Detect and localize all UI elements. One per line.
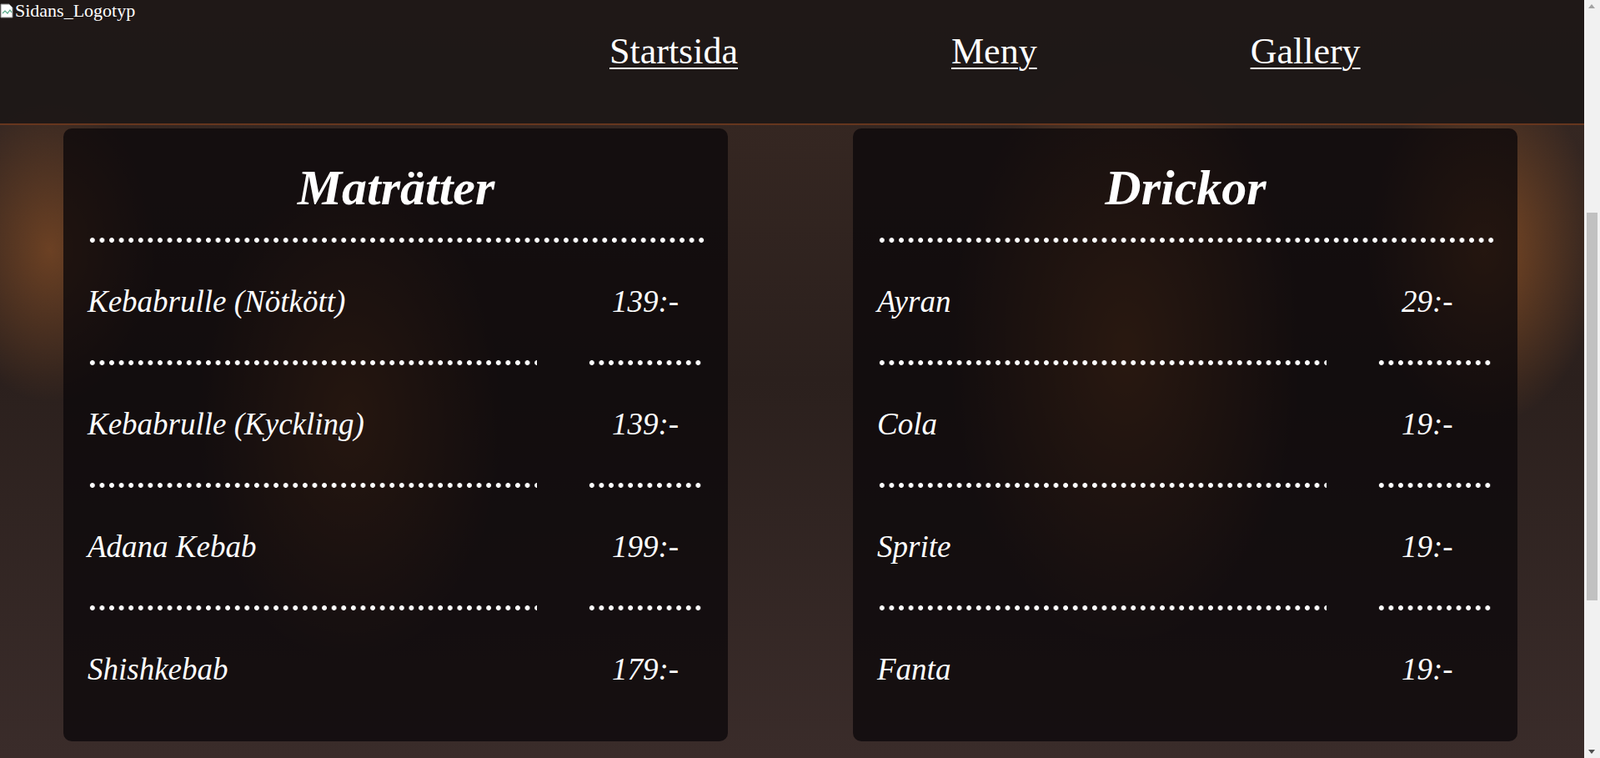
dotted-segment [87,604,537,612]
broken-image-icon [0,3,14,19]
dotted-segment [1376,359,1495,367]
dotted-divider [87,359,705,367]
card-title: Drickor [877,128,1495,237]
menu-item[interactable]: Cola 19:- [877,366,1495,482]
dotted-segment [877,604,1327,612]
dotted-divider [877,604,1495,612]
scrollbar-thumb[interactable] [1586,212,1598,601]
dotted-divider [877,236,1495,244]
menu-item[interactable]: Kebabrulle (Kyckling) 139:- [87,366,705,482]
item-name: Kebabrulle (Kyckling) [87,366,537,482]
dotted-divider [87,481,705,489]
menu-item[interactable]: Shishkebab 179:- [87,611,705,728]
item-name: Adana Kebab [87,488,537,605]
logo-alt-text: Sidans_Logotyp [15,0,136,22]
item-name: Ayran [877,243,1327,360]
item-price: 199:- [586,488,705,605]
dotted-divider [87,604,705,612]
menu-cards: MaträtterKebabrulle (Nötkött)139:-Kebabr… [0,125,1585,742]
dotted-segment [87,359,537,367]
item-price: 139:- [586,243,705,360]
nav-link[interactable]: Meny [951,30,1038,73]
menu-item[interactable]: Kebabrulle (Nötkött) 139:- [87,243,705,360]
dotted-segment [586,359,705,367]
item-price: 139:- [586,366,705,482]
menu-item[interactable]: Sprite 19:- [877,488,1495,605]
scroll-up-icon[interactable] [1588,4,1595,9]
dotted-segment [877,359,1327,367]
item-price: 19:- [1376,366,1495,482]
item-name: Fanta [877,611,1327,728]
menu-item[interactable]: Adana Kebab 199:- [87,488,705,605]
dotted-segment [586,481,705,489]
item-name: Kebabrulle (Nötkött) [87,243,537,360]
item-price: 179:- [586,611,705,728]
menu-card: MaträtterKebabrulle (Nötkött)139:-Kebabr… [63,128,728,742]
dotted-divider [87,236,705,244]
logo[interactable]: Sidans_Logotyp [0,0,136,22]
dotted-divider [877,359,1495,367]
scroll-down-icon[interactable] [1588,749,1595,754]
item-price: 29:- [1376,243,1495,360]
card-title: Maträtter [87,128,705,237]
header: Sidans_Logotyp Startsida Meny Gallery [0,0,1585,126]
dotted-segment [1376,481,1495,489]
item-name: Cola [877,366,1327,482]
dotted-segment [1376,604,1495,612]
item-price: 19:- [1376,611,1495,728]
nav-bar: Startsida Meny Gallery [609,30,1361,95]
nav-link[interactable]: Gallery [1250,30,1361,73]
item-name: Shishkebab [87,611,537,728]
nav-link[interactable]: Startsida [609,30,738,73]
menu-item[interactable]: Ayran 29:- [877,243,1495,360]
scrollbar[interactable] [1584,0,1600,758]
page: Sidans_Logotyp Startsida Meny Gallery Matr… [0,0,1585,758]
menu-card: DrickorAyran 29:- Cola 19:- Sprite 19:- Fanta 1… [852,128,1518,742]
menu-item[interactable]: Fanta 19:- [877,611,1495,728]
dotted-divider [877,481,1495,489]
dotted-segment [87,481,537,489]
item-name: Sprite [877,488,1327,605]
item-price: 19:- [1376,488,1495,605]
dotted-segment [586,604,705,612]
dotted-segment [877,481,1327,489]
